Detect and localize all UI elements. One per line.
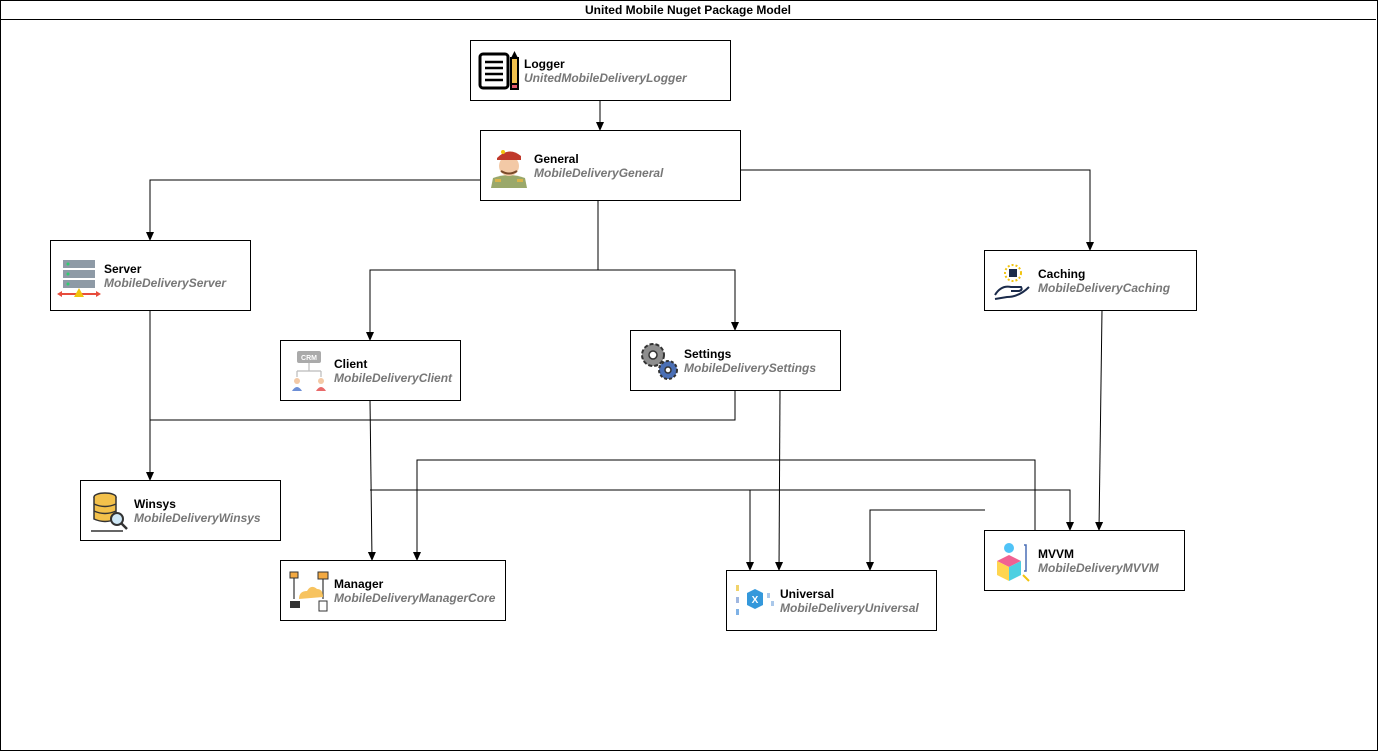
node-mvvm-name: MVVM [1038,546,1074,561]
node-client-text: Client MobileDeliveryClient [334,357,452,385]
server-rack-icon [57,254,101,298]
cloud-network-icon [287,569,331,613]
general-soldier-icon [487,144,531,188]
xamarin-icon: X [733,579,777,623]
node-settings-text: Settings MobileDeliverySettings [684,347,816,375]
node-server-text: Server MobileDeliveryServer [104,262,226,290]
node-winsys-text: Winsys MobileDeliveryWinsys [134,497,261,525]
node-universal[interactable]: X Universal MobileDeliveryUniversal [726,570,937,631]
node-server-name: Server [104,261,142,276]
node-general-package: MobileDeliveryGeneral [534,165,664,180]
edge-general-server [146,179,480,241]
notepad-pencil-icon [477,49,521,93]
node-server[interactable]: Server MobileDeliveryServer [50,240,251,311]
node-caching-text: Caching MobileDeliveryCaching [1038,267,1170,295]
edge-mvvm-universal [866,509,985,571]
node-general-text: General MobileDeliveryGeneral [534,152,663,180]
node-logger-package: UnitedMobileDeliveryLogger [524,70,687,85]
node-universal-package: MobileDeliveryUniversal [780,600,919,615]
node-caching[interactable]: Caching MobileDeliveryCaching [984,250,1197,311]
node-settings[interactable]: Settings MobileDeliverySettings [630,330,841,391]
database-search-icon [87,489,131,533]
edge-client-manager [367,399,376,561]
node-caching-package: MobileDeliveryCaching [1038,280,1171,295]
node-winsys[interactable]: Winsys MobileDeliveryWinsys [80,480,281,541]
node-winsys-name: Winsys [134,496,176,511]
node-manager-name: Manager [334,576,384,591]
node-general[interactable]: General MobileDeliveryGeneral [480,130,741,201]
edge-general-caching [740,169,1094,251]
edge-client-universal [370,489,754,571]
svg-text:CRM: CRM [301,355,317,362]
node-mvvm[interactable]: MVVM MobileDeliveryMVVM [984,530,1185,591]
hand-chip-icon [991,259,1035,303]
node-mvvm-package: MobileDeliveryMVVM [1038,560,1159,575]
node-server-package: MobileDeliveryServer [104,275,227,290]
node-manager[interactable]: Manager MobileDeliveryManagerCore [280,560,506,621]
edge-general-client [366,200,599,341]
node-logger-name: Logger [524,56,565,71]
node-general-name: General [534,151,579,166]
crm-users-icon: CRM [287,349,331,393]
node-settings-name: Settings [684,346,732,361]
edge-caching-mvvm [1095,309,1104,531]
node-manager-text: Manager MobileDeliveryManagerCore [334,577,495,605]
node-mvvm-text: MVVM MobileDeliveryMVVM [1038,547,1159,575]
edge-settings-universal [775,389,784,571]
node-client-name: Client [334,356,368,371]
node-universal-name: Universal [780,586,835,601]
node-logger-text: Logger UnitedMobileDeliveryLogger [524,57,687,85]
node-client-package: MobileDeliveryClient [334,370,453,385]
svg-text:X: X [752,595,759,606]
node-winsys-package: MobileDeliveryWinsys [134,510,261,525]
node-client[interactable]: CRM Client MobileDeliveryClient [280,340,461,401]
gears-icon [637,339,681,383]
blocks-icon [991,539,1035,583]
edge-general-settings [598,269,739,331]
node-caching-name: Caching [1038,266,1086,281]
node-settings-package: MobileDeliverySettings [684,360,817,375]
node-manager-package: MobileDeliveryManagerCore [334,590,496,605]
node-universal-text: Universal MobileDeliveryUniversal [780,587,919,615]
node-logger[interactable]: Logger UnitedMobileDeliveryLogger [470,40,731,101]
